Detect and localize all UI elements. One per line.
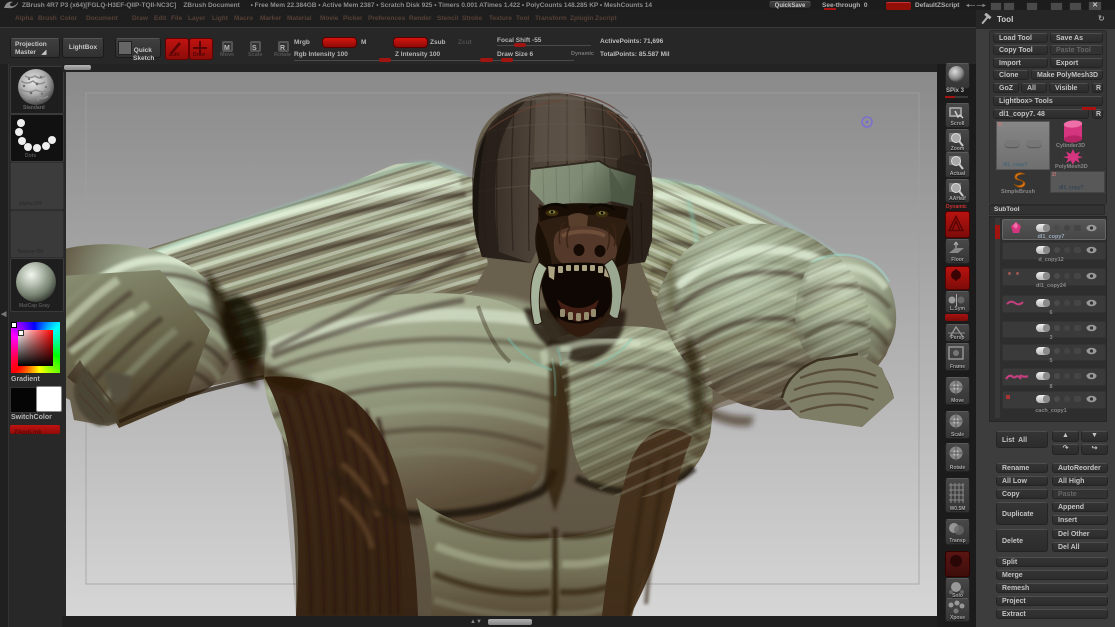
- svg-text:Rotate: Rotate: [274, 52, 291, 57]
- svg-text:Draw: Draw: [193, 52, 205, 57]
- svg-text:Move: Move: [220, 52, 234, 57]
- svg-text:Dots: Dots: [25, 153, 36, 159]
- svg-text:S: S: [252, 45, 257, 52]
- svg-text:Scale: Scale: [248, 52, 262, 57]
- svg-text:M: M: [224, 45, 230, 52]
- svg-text:Edit: Edit: [170, 52, 180, 57]
- svg-text:R: R: [280, 45, 285, 52]
- svg-text:MatCap Gray: MatCap Gray: [19, 303, 50, 309]
- svg-text:Standard: Standard: [23, 105, 45, 111]
